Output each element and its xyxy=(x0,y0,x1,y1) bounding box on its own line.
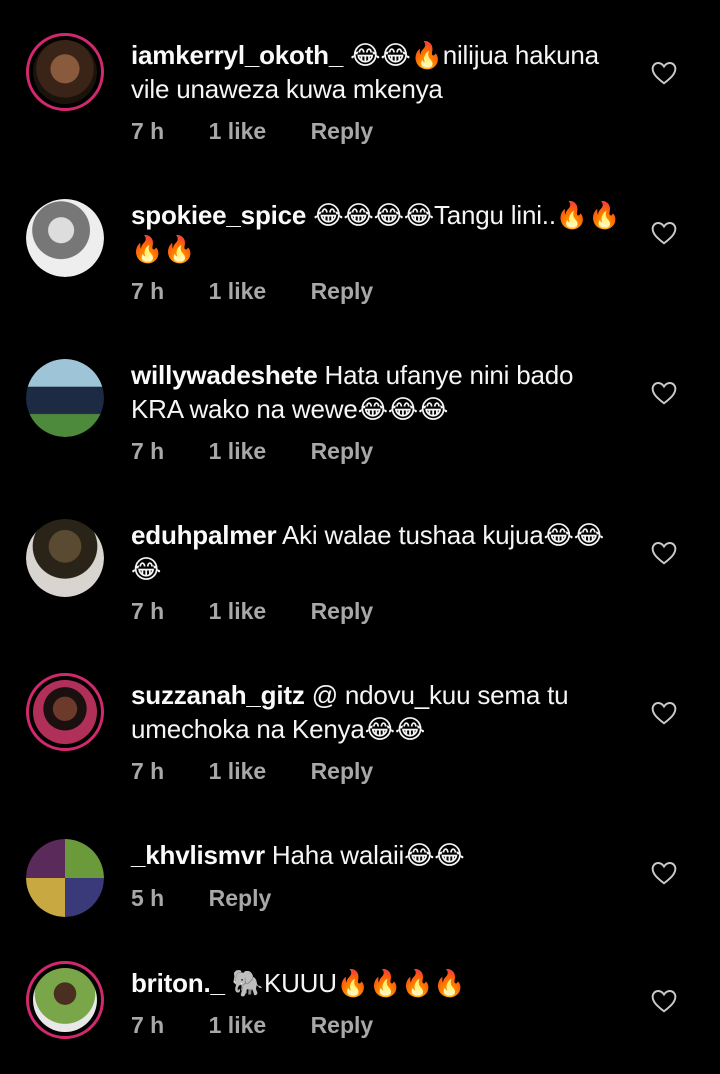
like-count[interactable]: 1 like xyxy=(209,278,267,305)
reply-button[interactable]: Reply xyxy=(311,278,374,305)
avatar[interactable] xyxy=(26,673,104,751)
comment-meta: 7 h 1 like Reply xyxy=(131,278,411,305)
reply-button[interactable]: Reply xyxy=(311,1012,374,1039)
comment-meta: 7 h 1 like Reply xyxy=(131,758,411,785)
comment-time: 5 h xyxy=(131,885,165,911)
comment-text: suzzanah_gitz @ ndovu_kuu sema tu umecho… xyxy=(131,678,631,746)
heart-outline-icon[interactable] xyxy=(651,381,677,405)
comment-username[interactable]: spokiee_spice xyxy=(131,200,306,230)
comment-username[interactable]: iamkerryl_okoth_ xyxy=(131,40,343,70)
avatar[interactable] xyxy=(26,961,104,1039)
like-count[interactable]: 1 like xyxy=(209,438,267,465)
comment-time: 7 h xyxy=(131,598,165,624)
comment-username[interactable]: willywadeshete xyxy=(131,360,318,390)
comment-text: willywadeshete Hata ufanye nini bado KRA… xyxy=(131,358,631,426)
avatar[interactable] xyxy=(26,359,104,437)
avatar[interactable] xyxy=(26,519,104,597)
comment-username[interactable]: eduhpalmer xyxy=(131,520,277,550)
comment-time: 7 h xyxy=(131,278,165,304)
comment-time: 7 h xyxy=(131,1012,165,1038)
comment-body: Haha walaii😂😂 xyxy=(271,840,465,870)
comment-text: briton._ 🐘KUUU🔥🔥🔥🔥 xyxy=(131,966,631,1000)
reply-button[interactable]: Reply xyxy=(209,885,272,912)
comment-username[interactable]: _khvlismvr xyxy=(131,840,265,870)
comment-meta: 5 h Reply xyxy=(131,885,309,912)
comment-meta: 7 h 1 like Reply xyxy=(131,118,411,145)
reply-button[interactable]: Reply xyxy=(311,598,374,625)
comment-text: _khvlismvr Haha walaii😂😂 xyxy=(131,838,631,872)
comment-text: spokiee_spice 😂😂😂😂Tangu lini..🔥🔥🔥🔥 xyxy=(131,198,631,266)
like-count[interactable]: 1 like xyxy=(209,118,267,145)
comment-time: 7 h xyxy=(131,758,165,784)
comment-time: 7 h xyxy=(131,438,165,464)
avatar[interactable] xyxy=(26,839,104,917)
like-count[interactable]: 1 like xyxy=(209,1012,267,1039)
comment-username[interactable]: suzzanah_gitz xyxy=(131,680,305,710)
heart-outline-icon[interactable] xyxy=(651,221,677,245)
avatar[interactable] xyxy=(26,33,104,111)
heart-outline-icon[interactable] xyxy=(651,541,677,565)
comment-meta: 7 h 1 like Reply xyxy=(131,438,411,465)
heart-outline-icon[interactable] xyxy=(651,989,677,1013)
like-count[interactable]: 1 like xyxy=(209,758,267,785)
heart-outline-icon[interactable] xyxy=(651,861,677,885)
heart-outline-icon[interactable] xyxy=(651,701,677,725)
comment-meta: 7 h 1 like Reply xyxy=(131,1012,411,1039)
heart-outline-icon[interactable] xyxy=(651,61,677,85)
comment-body: 🐘KUUU🔥🔥🔥🔥 xyxy=(231,968,466,998)
like-count[interactable]: 1 like xyxy=(209,598,267,625)
reply-button[interactable]: Reply xyxy=(311,758,374,785)
avatar[interactable] xyxy=(26,199,104,277)
comment-text: iamkerryl_okoth_ 😂😂🔥nilijua hakuna vile … xyxy=(131,38,631,106)
reply-button[interactable]: Reply xyxy=(311,438,374,465)
comment-time: 7 h xyxy=(131,118,165,144)
comment-username[interactable]: briton._ xyxy=(131,968,225,998)
comment-text: eduhpalmer Aki walae tushaa kujua😂😂😂 xyxy=(131,518,631,586)
reply-button[interactable]: Reply xyxy=(311,118,374,145)
comment-meta: 7 h 1 like Reply xyxy=(131,598,411,625)
